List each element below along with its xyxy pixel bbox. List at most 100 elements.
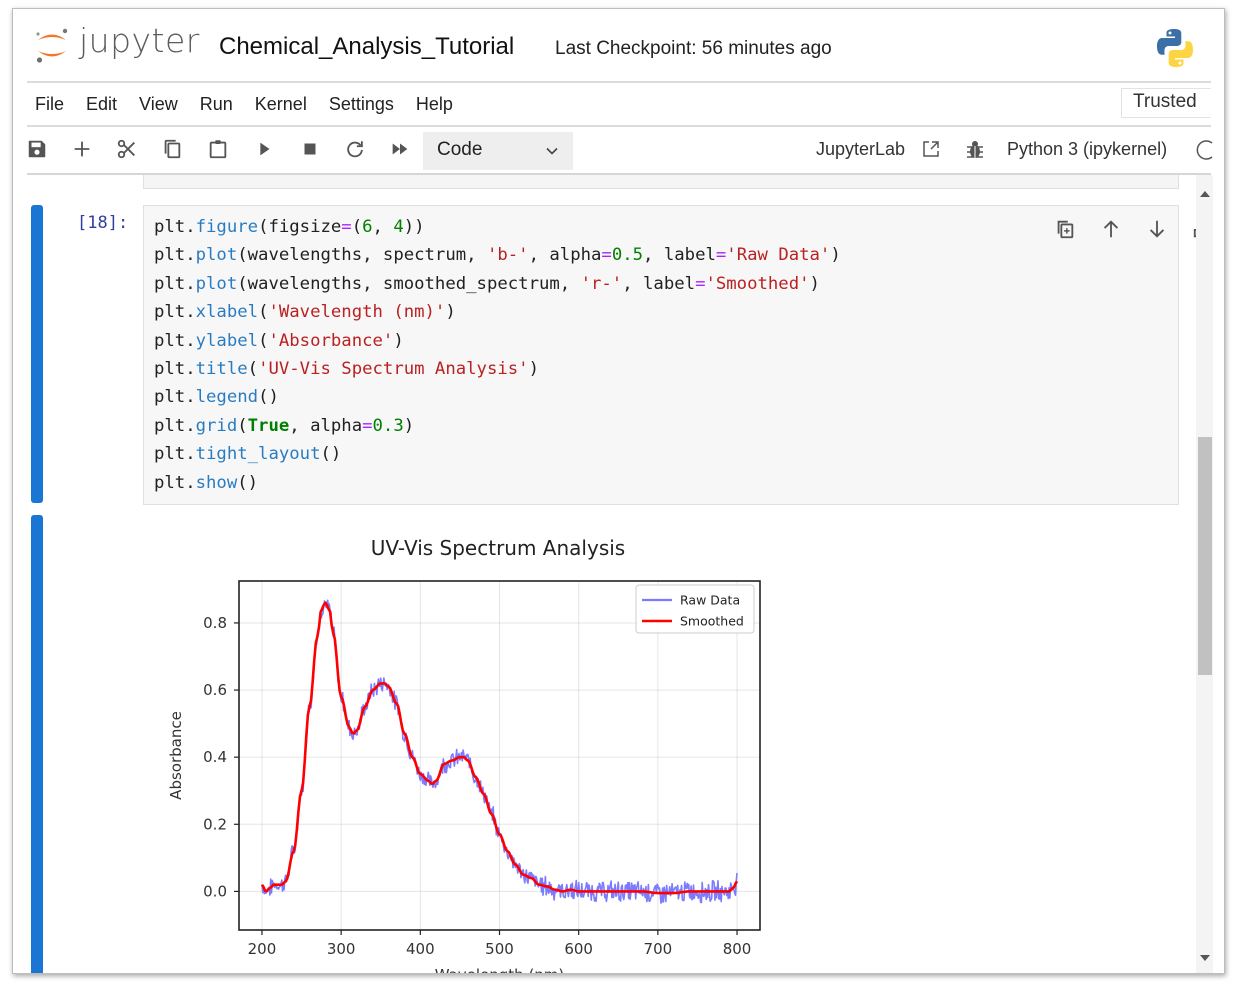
cell-type-dropdown[interactable]: Code: [423, 132, 573, 170]
notebook-title[interactable]: Chemical_Analysis_Tutorial: [219, 33, 514, 61]
code-token: =: [362, 415, 373, 436]
jupyter-wordmark: jupyter: [79, 21, 200, 60]
run-cell-button[interactable]: [249, 134, 279, 164]
code-token: 'Smoothed': [705, 273, 810, 294]
code-token: ): [528, 359, 539, 380]
code-token: plot: [195, 245, 238, 266]
x-axis-label: Wavelength (nm): [435, 966, 565, 974]
trusted-indicator[interactable]: Trusted: [1121, 88, 1211, 118]
menu-view[interactable]: View: [131, 94, 186, 115]
code-token: plt.: [154, 472, 196, 493]
previous-cell-input[interactable]: [143, 175, 1179, 189]
move-cell-up-button[interactable]: [1095, 215, 1127, 243]
save-button[interactable]: [22, 134, 52, 164]
code-line[interactable]: plt.show(): [154, 469, 841, 497]
code-line[interactable]: plt.tight_layout(): [154, 440, 841, 468]
notebook-toolbar: Code JupyterLab Python 3 (ipykernel): [13, 127, 1213, 173]
interrupt-button[interactable]: [295, 134, 325, 164]
code-token: plot: [195, 273, 238, 294]
cut-icon: [117, 139, 135, 159]
x-tick-label: 500: [485, 940, 514, 958]
code-line[interactable]: plt.plot(wavelengths, spectrum, 'b-', al…: [154, 241, 841, 269]
paste-button[interactable]: [203, 134, 233, 164]
vertical-scrollbar[interactable]: [1196, 175, 1213, 973]
menu-kernel[interactable]: Kernel: [247, 94, 315, 115]
active-cell-input-bar[interactable]: [31, 205, 43, 503]
copy-button[interactable]: [157, 134, 187, 164]
code-token: 'Raw Data': [726, 245, 831, 266]
code-token: title: [195, 359, 248, 380]
notebook-panel: [18]: plt.figure(figsize=(6, 4)) plt.plot…: [13, 175, 1196, 974]
scrollbar-thumb[interactable]: [1198, 437, 1212, 675]
code-token: =: [341, 217, 352, 237]
code-token: 0.3: [372, 415, 404, 436]
external-link-icon[interactable]: [921, 139, 941, 159]
code-token: plt.: [154, 415, 196, 436]
code-line[interactable]: plt.grid(True, alpha=0.3): [154, 412, 841, 440]
code-token: (): [237, 472, 259, 493]
restart-icon: [347, 141, 363, 158]
kernel-name[interactable]: Python 3 (ipykernel): [1007, 139, 1167, 160]
y-tick-label: 0.6: [203, 681, 227, 699]
duplicate-cell-button[interactable]: [1049, 215, 1081, 243]
code-line[interactable]: plt.ylabel('Absorbance'): [154, 327, 841, 355]
code-line[interactable]: plt.figure(figsize=(6, 4)): [154, 213, 841, 241]
move-cell-down-button[interactable]: [1141, 215, 1173, 243]
active-cell-output-bar[interactable]: [31, 515, 43, 973]
code-token: xlabel: [195, 302, 259, 323]
restart-button[interactable]: [340, 134, 370, 164]
menu-file[interactable]: File: [27, 94, 72, 115]
code-cell-editor[interactable]: plt.figure(figsize=(6, 4)) plt.plot(wavel…: [143, 205, 1196, 505]
cell-toolbar: [1049, 215, 1196, 243]
kernel-status-idle-icon: [1196, 140, 1213, 160]
code-token: ): [393, 330, 404, 351]
code-token: (: [237, 415, 248, 436]
copy-icon: [164, 139, 181, 159]
code-token: True: [247, 415, 290, 436]
y-tick-label: 0.8: [203, 614, 227, 632]
code-token: , alpha: [289, 415, 363, 436]
code-line[interactable]: plt.xlabel('Wavelength (nm)'): [154, 298, 841, 326]
code-token: =: [695, 273, 706, 294]
code-token: , label: [622, 273, 696, 294]
menu-run[interactable]: Run: [192, 94, 241, 115]
jupyter-window: jupyter Chemical_Analysis_Tutorial Last …: [12, 8, 1225, 974]
code-token: 'r-': [580, 273, 623, 294]
scroll-up-arrow-icon[interactable]: [1200, 191, 1210, 197]
code-token: (: [247, 359, 259, 380]
x-tick-label: 200: [248, 940, 277, 958]
header: jupyter Chemical_Analysis_Tutorial Last …: [13, 9, 1224, 81]
add-cell-button[interactable]: [67, 134, 97, 164]
x-tick-label: 700: [644, 940, 673, 958]
chart-legend: Raw Data Smoothed: [635, 584, 755, 634]
scroll-down-arrow-icon[interactable]: [1200, 955, 1210, 961]
run-all-button[interactable]: [385, 134, 415, 164]
code-line[interactable]: plt.title('UV-Vis Spectrum Analysis'): [154, 355, 841, 383]
legend-label: Smoothed: [680, 614, 744, 629]
code-token: 'Wavelength (nm)': [268, 302, 446, 323]
code-token: plt.: [154, 302, 196, 323]
code-token: (: [258, 330, 269, 351]
code-line[interactable]: plt.legend(): [154, 383, 841, 411]
run-icon: [260, 142, 270, 156]
menu-settings[interactable]: Settings: [321, 94, 402, 115]
code-token: 0.5: [611, 245, 644, 266]
cut-button[interactable]: [112, 134, 142, 164]
debugger-bug-icon[interactable]: [964, 139, 986, 161]
code-token: (figsize: [258, 217, 342, 237]
code-token: plt.: [154, 387, 196, 408]
code-token: 6: [362, 217, 373, 237]
code-line[interactable]: plt.plot(wavelengths, smoothed_spectrum,…: [154, 270, 841, 298]
menu-edit[interactable]: Edit: [78, 94, 125, 115]
code-token: ): [809, 273, 820, 294]
paste-icon: [209, 140, 227, 159]
y-tick-label: 0.0: [203, 882, 227, 900]
insert-cell-above-button[interactable]: [1187, 215, 1196, 243]
open-jupyterlab-link[interactable]: JupyterLab: [816, 139, 905, 160]
code-token: ylabel: [195, 330, 259, 351]
menu-help[interactable]: Help: [408, 94, 461, 115]
code-text[interactable]: plt.figure(figsize=(6, 4)) plt.plot(wavel…: [154, 213, 841, 497]
code-token: show: [195, 472, 238, 493]
code-token: =: [601, 245, 612, 266]
jupyter-logo-icon[interactable]: [33, 25, 71, 65]
